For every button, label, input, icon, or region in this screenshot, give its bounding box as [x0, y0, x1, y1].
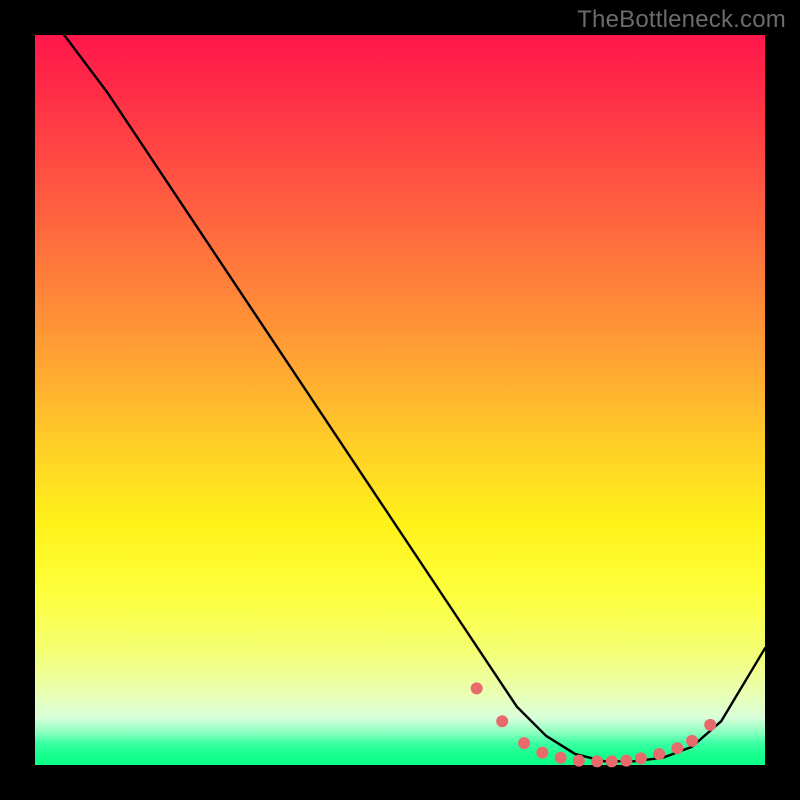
main-curve [64, 35, 765, 761]
curve-layer [64, 35, 765, 761]
marker-dot [518, 737, 530, 749]
marker-dot [635, 752, 647, 764]
marker-dot [620, 755, 632, 767]
marker-dot [653, 748, 665, 760]
marker-dot [606, 755, 618, 767]
marker-dot [471, 682, 483, 694]
marker-dot [496, 715, 508, 727]
chart-svg [35, 35, 765, 765]
marker-dot [555, 752, 567, 764]
marker-dot [536, 747, 548, 759]
brand-watermark: TheBottleneck.com [577, 6, 786, 34]
marker-dot [704, 719, 716, 731]
plot-area [35, 35, 765, 765]
chart-stage: TheBottleneck.com [0, 0, 800, 800]
marker-dot [686, 735, 698, 747]
marker-dots [471, 682, 717, 767]
marker-dot [591, 755, 603, 767]
marker-dot [671, 742, 683, 754]
marker-dot [573, 755, 585, 767]
